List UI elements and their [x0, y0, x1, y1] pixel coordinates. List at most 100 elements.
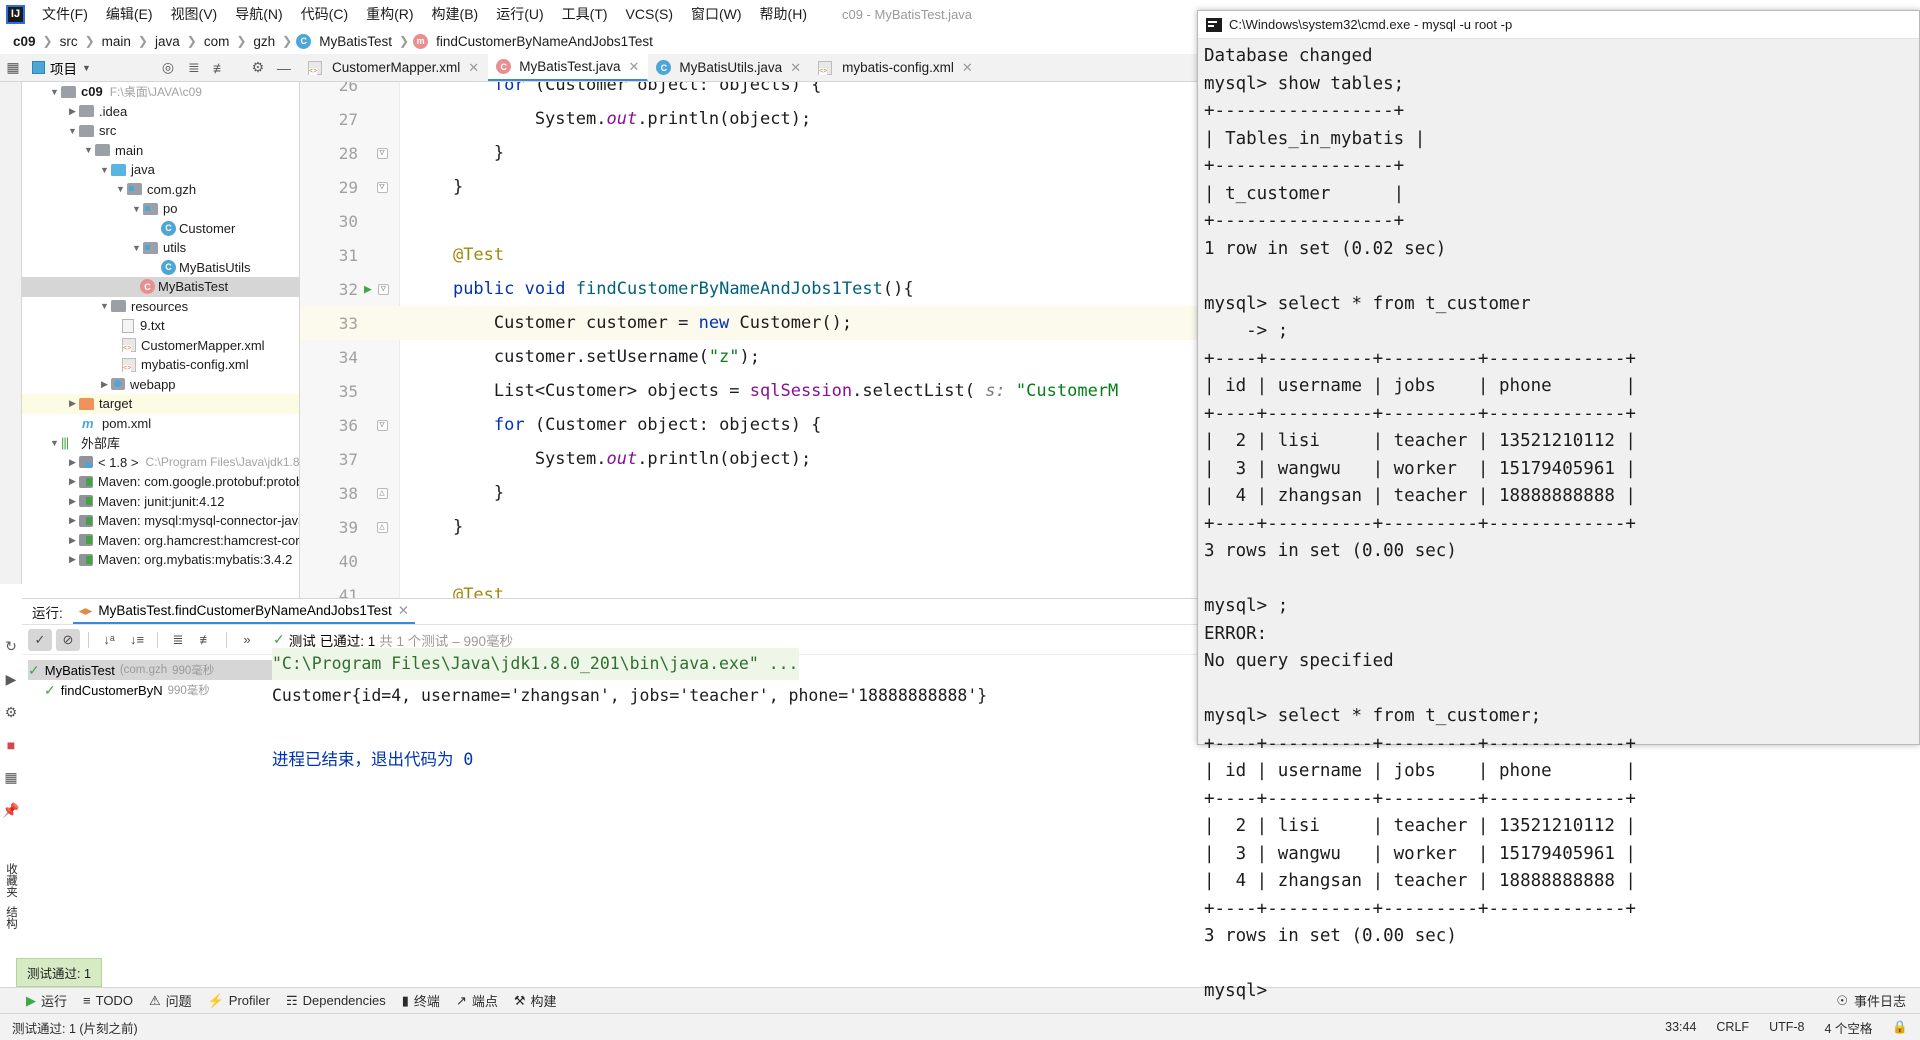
chevron-right-icon[interactable]: ▶	[66, 457, 79, 468]
toolwindow-terminal[interactable]: ▮ 终端	[402, 991, 440, 1010]
tree-node-maven-junit[interactable]: ▶ Maven: junit:junit:4.12	[22, 492, 299, 512]
show-passed-toggle[interactable]: ✓	[28, 628, 52, 651]
breadcrumb-item-src[interactable]: src	[57, 34, 81, 49]
collapse-all-icon[interactable]: ≢	[194, 629, 218, 651]
chevron-down-icon[interactable]: ▼	[130, 204, 143, 214]
more-options-icon[interactable]: »	[235, 629, 259, 651]
hide-icon[interactable]: —	[271, 56, 297, 80]
chevron-down-icon[interactable]: ▼	[114, 184, 127, 194]
cmd-output[interactable]: Database changed mysql> show tables; +--…	[1198, 39, 1919, 1006]
code-fold-icon[interactable]: ▽	[376, 147, 388, 159]
cmd-window[interactable]: C:\Windows\system32\cmd.exe - mysql -u r…	[1197, 10, 1920, 1001]
breadcrumb-item-gzh[interactable]: gzh	[250, 34, 278, 49]
menu-refactor[interactable]: 重构(R)	[357, 2, 422, 26]
tree-node-maven-hamcrest[interactable]: ▶ Maven: org.hamcrest:hamcrest-core:1	[22, 531, 299, 551]
run-test-gutter-icon[interactable]: ▶	[364, 282, 372, 297]
chevron-right-icon[interactable]: ▶	[98, 379, 111, 390]
tree-node-9txt[interactable]: 9.txt	[22, 316, 299, 336]
tree-node-mybatis-config-xml[interactable]: mybatis-config.xml	[22, 355, 299, 375]
chevron-right-icon[interactable]: ▶	[66, 106, 79, 117]
menu-file[interactable]: 文件(F)	[33, 2, 97, 26]
menu-edit[interactable]: 编辑(E)	[97, 2, 162, 26]
close-icon[interactable]: ✕	[468, 60, 479, 76]
close-icon[interactable]: ✕	[790, 60, 801, 76]
menu-help[interactable]: 帮助(H)	[751, 2, 816, 26]
sort-alphabetically-icon[interactable]: ↓ᵃ	[97, 629, 121, 651]
chevron-right-icon[interactable]: ▶	[66, 535, 79, 546]
test-result-tree[interactable]: ✓ MyBatisTest (com.gzh 990毫秒 ✓ findCusto…	[28, 660, 288, 700]
toolwindow-profiler[interactable]: ⚡ Profiler	[208, 993, 270, 1009]
tree-node-customer[interactable]: ▶ C Customer	[22, 219, 299, 239]
breadcrumb-item-java[interactable]: java	[152, 34, 183, 49]
cmd-title-bar[interactable]: C:\Windows\system32\cmd.exe - mysql -u r…	[1198, 11, 1919, 39]
tree-node-mybatisutils[interactable]: ▶ C MyBatisUtils	[22, 258, 299, 278]
expand-all-icon[interactable]: ≣	[166, 629, 190, 651]
file-encoding[interactable]: UTF-8	[1769, 1020, 1804, 1034]
breadcrumb-item-project[interactable]: c09	[10, 34, 39, 49]
sort-by-duration-icon[interactable]: ↓≡	[125, 629, 149, 651]
tree-node-com-gzh[interactable]: ▼ com.gzh	[22, 180, 299, 200]
caret-position[interactable]: 33:44	[1665, 1020, 1696, 1034]
tree-node-pom-xml[interactable]: m pom.xml	[22, 414, 299, 434]
tab-mybatistest-java[interactable]: C MyBatisTest.java ✕	[488, 54, 649, 81]
breadcrumb-item-method[interactable]: findCustomerByNameAndJobs1Test	[433, 34, 656, 49]
tree-node-customermapper-xml[interactable]: CustomerMapper.xml	[22, 336, 299, 356]
menu-run[interactable]: 运行(U)	[487, 2, 552, 26]
tree-node-maven-mysql[interactable]: ▶ Maven: mysql:mysql-connector-java:8.	[22, 511, 299, 531]
indent-setting[interactable]: 4 个空格	[1824, 1018, 1872, 1037]
tree-node-po[interactable]: ▼ po	[22, 199, 299, 219]
show-ignored-toggle[interactable]: ⊘	[56, 628, 80, 651]
tree-node-external-libraries[interactable]: ▼ ||| 外部库	[22, 433, 299, 453]
code-fold-icon[interactable]: ▽	[377, 283, 389, 295]
menu-navigate[interactable]: 导航(N)	[226, 2, 291, 26]
chevron-down-icon[interactable]: ▼	[98, 165, 111, 175]
collapse-all-icon[interactable]: ≢	[207, 56, 233, 80]
toolwindow-todo[interactable]: ≡ TODO	[83, 993, 133, 1008]
menu-vcs[interactable]: VCS(S)	[617, 4, 682, 24]
gear-icon[interactable]: ⚙	[245, 56, 271, 80]
tree-node-main[interactable]: ▼ main	[22, 141, 299, 161]
tree-node-target[interactable]: ▶ target	[22, 394, 299, 414]
breadcrumb-item-main[interactable]: main	[99, 34, 134, 49]
tree-node-mybatistest[interactable]: C MyBatisTest	[22, 277, 299, 297]
rerun-failed-icon[interactable]: ▶	[6, 671, 17, 688]
tree-node-utils[interactable]: ▼ utils	[22, 238, 299, 258]
tree-node-idea[interactable]: ▶ .idea	[22, 102, 299, 122]
code-fold-icon[interactable]: ▽	[376, 419, 388, 431]
menu-code[interactable]: 代码(C)	[292, 2, 357, 26]
settings-icon[interactable]: ⚙	[5, 704, 18, 721]
pin-icon[interactable]: 📌	[2, 802, 19, 819]
project-panel-title[interactable]: 项目 ▼	[26, 58, 97, 78]
chevron-down-icon[interactable]: ▼	[66, 126, 79, 136]
tree-node-src[interactable]: ▼ src	[22, 121, 299, 141]
chevron-down-icon[interactable]: ▼	[130, 243, 143, 253]
toolwindow-build[interactable]: ⚒ 构建	[514, 991, 557, 1010]
menu-build[interactable]: 构建(B)	[423, 2, 488, 26]
tab-mybatisutils-java[interactable]: C MyBatisUtils.java ✕	[648, 54, 810, 81]
tree-node-c09[interactable]: ▼ c09 F:\桌面\JAVA\c09	[22, 82, 299, 102]
line-separator[interactable]: CRLF	[1716, 1020, 1749, 1034]
chevron-down-icon[interactable]: ▼	[98, 301, 111, 311]
chevron-down-icon[interactable]: ▼	[82, 145, 95, 155]
toolwindow-run[interactable]: ▶ 运行	[26, 991, 67, 1010]
tree-node-maven-mybatis[interactable]: ▶ Maven: org.mybatis:mybatis:3.4.2	[22, 550, 299, 570]
tree-node-jdk[interactable]: ▶ < 1.8 > C:\Program Files\Java\jdk1.8.0	[22, 453, 299, 473]
breadcrumb-item-class[interactable]: MyBatisTest	[316, 34, 395, 49]
rerun-icon[interactable]: ↻	[5, 638, 17, 655]
breadcrumb-item-com[interactable]: com	[201, 34, 233, 49]
toolwindow-problems[interactable]: ⚠ 问题	[149, 991, 192, 1010]
tree-node-webapp[interactable]: ▶ webapp	[22, 375, 299, 395]
code-fold-icon[interactable]: ▽	[376, 181, 388, 193]
project-tree[interactable]: ▼ c09 F:\桌面\JAVA\c09 ▶ .idea ▼ src ▼ mai…	[22, 82, 300, 598]
close-icon[interactable]: ✕	[398, 603, 409, 619]
toolwindow-dependencies[interactable]: ☶ Dependencies	[286, 993, 386, 1009]
test-tree-row-class[interactable]: ✓ MyBatisTest (com.gzh 990毫秒	[28, 660, 288, 680]
tree-node-java[interactable]: ▼ java	[22, 160, 299, 180]
toolwindow-endpoints[interactable]: ↗ 端点	[456, 991, 498, 1010]
chevron-right-icon[interactable]: ▶	[66, 515, 79, 526]
code-fold-icon[interactable]: △	[376, 487, 388, 499]
expand-all-icon[interactable]: ≣	[181, 56, 207, 80]
test-tree-row-method[interactable]: ✓ findCustomerByN 990毫秒	[28, 680, 288, 700]
chevron-down-icon[interactable]: ▼	[48, 438, 61, 448]
lock-icon[interactable]: 🔒	[1892, 1020, 1908, 1035]
